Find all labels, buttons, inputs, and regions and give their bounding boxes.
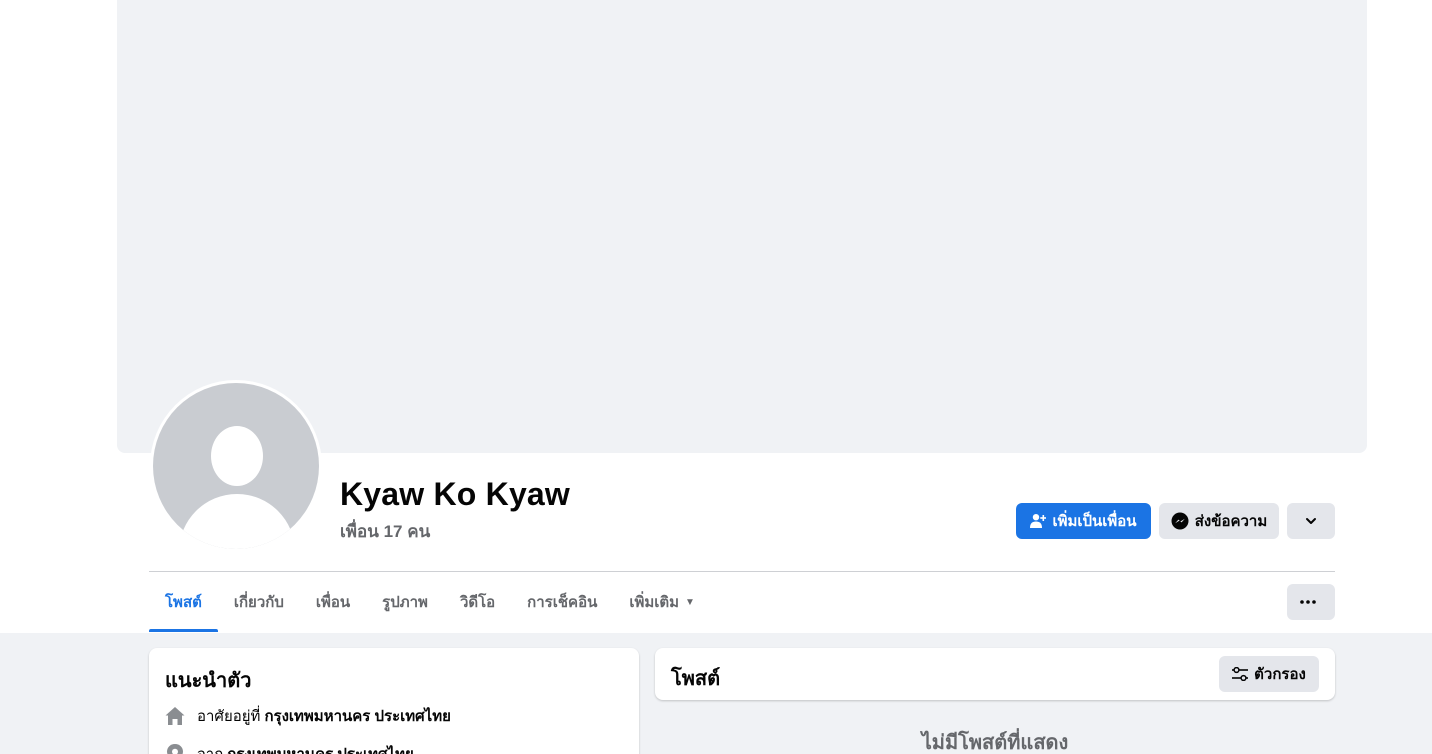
tab-friends[interactable]: เพื่อน <box>300 572 366 632</box>
tab-posts[interactable]: โพสต์ <box>149 572 218 632</box>
no-posts-message: ไม่มีโพสต์ที่แสดง <box>921 732 1069 754</box>
tab-label: โพสต์ <box>165 594 202 611</box>
tab-photos[interactable]: รูปภาพ <box>366 572 444 632</box>
location-pin-icon <box>165 744 185 754</box>
tab-label: การเช็คอิน <box>527 594 598 611</box>
message-label: ส่งข้อความ <box>1194 513 1268 530</box>
profile-tabs: โพสต์ เกี่ยวกับ เพื่อน รูปภาพ วิดีโอ การ… <box>149 572 711 632</box>
profile-name: Kyaw Ko Kyaw <box>340 476 571 512</box>
profile-options-button[interactable] <box>1287 503 1335 539</box>
from-link[interactable]: กรุงเทพมหานคร ประเทศไทย <box>227 742 413 754</box>
from-prefix: จาก <box>197 742 223 754</box>
chevron-down-icon <box>1306 518 1316 524</box>
tab-more[interactable]: เพิ่มเติม ▼ <box>613 572 711 632</box>
posts-card: โพสต์ ตัวกรอง <box>655 648 1335 700</box>
cover-photo[interactable] <box>117 0 1367 453</box>
message-button[interactable]: ส่งข้อความ <box>1159 503 1279 539</box>
filter-button[interactable]: ตัวกรอง <box>1219 656 1319 692</box>
add-friend-button[interactable]: เพิ่มเป็นเพื่อน <box>1016 503 1151 539</box>
tab-label: เพิ่มเติม <box>629 594 680 611</box>
tab-label: เพื่อน <box>315 594 351 611</box>
messenger-icon <box>1171 512 1189 530</box>
intro-title: แนะนำตัว <box>165 670 252 692</box>
tab-checkins[interactable]: การเช็คอิน <box>511 572 613 632</box>
lives-in-link[interactable]: กรุงเทพมหานคร ประเทศไทย <box>264 704 450 728</box>
profile-picture[interactable] <box>150 380 322 552</box>
tab-label: เกี่ยวกับ <box>233 594 284 611</box>
add-friend-icon <box>1030 514 1047 528</box>
tab-about[interactable]: เกี่ยวกับ <box>218 572 300 632</box>
add-friend-label: เพิ่มเป็นเพื่อน <box>1052 513 1137 530</box>
posts-title: โพสต์ <box>671 668 721 690</box>
more-dots-icon <box>1300 600 1316 604</box>
caret-down-icon: ▼ <box>685 596 695 608</box>
home-icon <box>165 706 185 726</box>
intro-card: แนะนำตัว อาศัยอยู่ที่ กรุงเทพมหานคร ประเ… <box>149 648 639 754</box>
filter-sliders-icon <box>1232 667 1249 681</box>
more-options-button[interactable] <box>1287 584 1335 620</box>
tab-label: วิดีโอ <box>459 594 496 611</box>
tab-label: รูปภาพ <box>382 594 428 611</box>
default-avatar-icon <box>153 383 319 549</box>
from-row: จาก กรุงเทพมหานคร ประเทศไทย <box>165 742 414 754</box>
tab-videos[interactable]: วิดีโอ <box>444 572 511 632</box>
lives-in-prefix: อาศัยอยู่ที่ <box>197 708 261 725</box>
filter-label: ตัวกรอง <box>1254 666 1306 683</box>
friend-count-link[interactable]: เพื่อน 17 คน <box>340 518 430 545</box>
lives-in-row: อาศัยอยู่ที่ กรุงเทพมหานคร ประเทศไทย <box>165 704 451 728</box>
